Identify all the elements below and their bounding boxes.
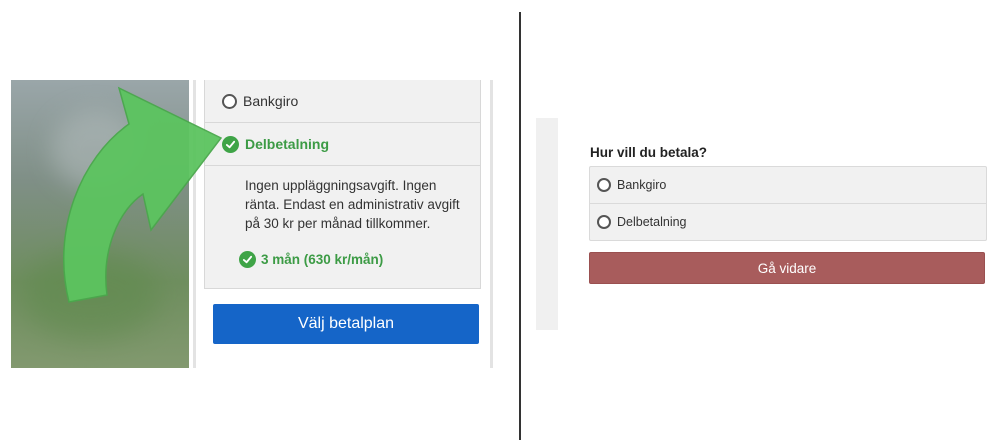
panel-divider [193,80,196,368]
radio-empty-icon[interactable] [597,178,611,192]
check-circle-icon [239,251,256,268]
continue-button[interactable]: Gå vidare [589,252,985,284]
radio-empty-icon[interactable] [597,215,611,229]
option-delbetalning[interactable]: Delbetalning [590,204,986,240]
side-strip [536,118,558,330]
radio-empty-icon[interactable] [222,93,237,109]
option-bankgiro[interactable]: Bankgiro [205,80,480,123]
option-label: Delbetalning [617,215,687,229]
option-delbetalning[interactable]: Delbetalning [205,123,480,166]
plan-description: Ingen uppläggningsavgift. Ingen ränta. E… [245,178,460,231]
payment-options-card: Bankgiro Delbetalning Ingen uppläggnings… [204,80,481,289]
check-circle-icon[interactable] [222,135,239,153]
selected-plan[interactable]: 3 mån (630 kr/mån) [239,251,384,268]
blurred-background [11,80,189,368]
payment-question: Hur vill du betala? [590,145,708,160]
vertical-separator [519,12,521,440]
left-screenshot: Bankgiro Delbetalning Ingen uppläggnings… [11,80,505,368]
panel-divider [490,80,493,368]
choose-payment-plan-button[interactable]: Välj betalplan [213,304,479,344]
option-label: Delbetalning [245,136,330,152]
plan-label: 3 mån (630 kr/mån) [261,252,384,267]
option-label: Bankgiro [243,93,299,109]
payment-options-card: Bankgiro Delbetalning [589,166,987,241]
option-bankgiro[interactable]: Bankgiro [590,167,986,204]
right-screenshot: Hur vill du betala? Bankgiro Delbetalnin… [536,118,994,330]
option-label: Bankgiro [617,178,667,192]
